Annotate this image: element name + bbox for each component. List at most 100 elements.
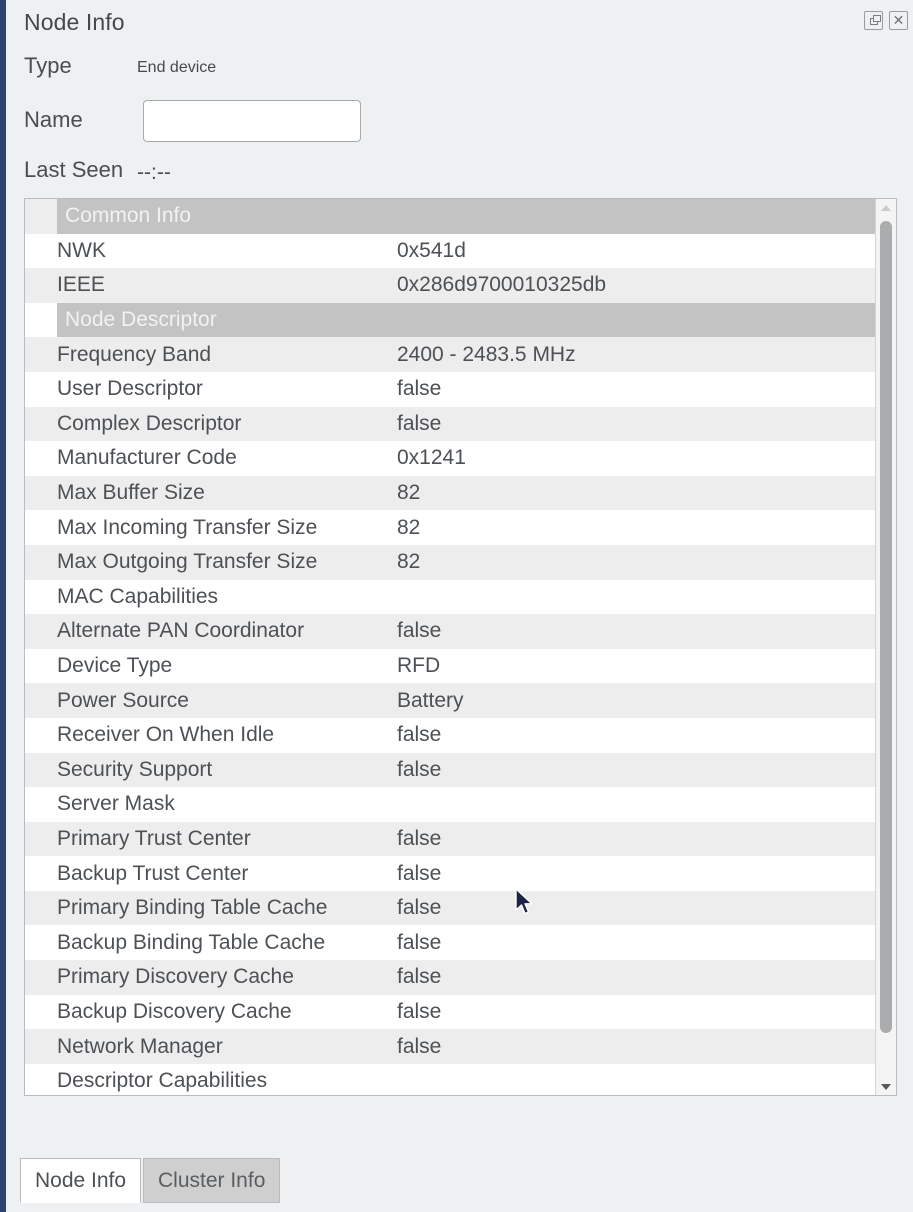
- row-value: 2400 - 2483.5 MHz: [397, 342, 576, 366]
- table-row[interactable]: Max Incoming Transfer Size 82: [25, 510, 875, 545]
- row-key: Backup Binding Table Cache: [57, 930, 326, 954]
- tab-cluster-info[interactable]: Cluster Info: [143, 1158, 281, 1203]
- row-indent: [25, 1029, 49, 1064]
- table-row[interactable]: Node Descriptor: [25, 302, 875, 338]
- scroll-down-arrow-button[interactable]: [876, 1078, 896, 1095]
- row-band: Alternate PAN Coordinator false: [49, 614, 875, 649]
- table-row[interactable]: Common Info: [25, 199, 875, 234]
- dock-header: Node Info ✕: [6, 0, 913, 44]
- row-band: Frequency Band 2400 - 2483.5 MHz: [49, 337, 875, 372]
- table-row[interactable]: Security Support false: [25, 752, 875, 788]
- table-row[interactable]: Primary Binding Table Cache false: [25, 890, 875, 926]
- table-row[interactable]: Primary Trust Center false: [25, 821, 875, 857]
- row-indent: [25, 233, 49, 269]
- row-indent: [25, 752, 49, 788]
- row-indent: [25, 614, 49, 649]
- table-row[interactable]: User Descriptor false: [25, 371, 875, 407]
- last-seen-label: Last Seen: [24, 157, 124, 182]
- table-row[interactable]: Max Outgoing Transfer Size 82: [25, 544, 875, 580]
- row-value: false: [397, 965, 442, 989]
- name-input[interactable]: [143, 100, 361, 142]
- table-row[interactable]: Manufacturer Code 0x1241: [25, 441, 875, 476]
- row-band: Device Type RFD: [49, 649, 875, 684]
- node-info-panel: Node Info ✕ Type End device Name Last Se…: [0, 0, 913, 1212]
- scroll-up-arrow-button[interactable]: [876, 199, 896, 216]
- table-row[interactable]: Server Mask: [25, 787, 875, 822]
- row-indent: [25, 302, 57, 338]
- row-band: Descriptor Capabilities: [49, 1064, 875, 1095]
- bottom-tab-bar: Node Info Cluster Info: [6, 1154, 913, 1212]
- table-row[interactable]: Descriptor Capabilities: [25, 1063, 875, 1095]
- table-row[interactable]: Frequency Band 2400 - 2483.5 MHz: [25, 337, 875, 372]
- row-indent: [25, 510, 49, 545]
- row-value: false: [397, 757, 442, 781]
- row-key: Max Incoming Transfer Size: [57, 515, 318, 539]
- row-band: Node Descriptor: [57, 302, 875, 338]
- type-value: End device: [137, 59, 217, 76]
- row-key: User Descriptor: [57, 377, 203, 401]
- row-key: Max Buffer Size: [57, 481, 205, 505]
- table-row[interactable]: Device Type RFD: [25, 648, 875, 684]
- table-row[interactable]: Receiver On When Idle false: [25, 717, 875, 753]
- scrollbar-thumb[interactable]: [880, 221, 892, 1033]
- row-key: Backup Discovery Cache: [57, 999, 292, 1023]
- row-key: Backup Trust Center: [57, 861, 249, 885]
- row-band: Primary Discovery Cache false: [49, 960, 875, 995]
- table-row[interactable]: Backup Discovery Cache false: [25, 994, 875, 1030]
- row-key: Node Descriptor: [65, 308, 217, 332]
- row-key: Frequency Band: [57, 342, 212, 366]
- table-row[interactable]: Power Source Battery: [25, 683, 875, 718]
- row-key: Primary Binding Table Cache: [57, 896, 328, 920]
- page-title: Node Info: [24, 9, 125, 35]
- table-row[interactable]: IEEE 0x286d9700010325db: [25, 268, 875, 303]
- row-value: 0x286d9700010325db: [397, 273, 607, 297]
- row-value: false: [397, 723, 442, 747]
- close-icon: ✕: [892, 12, 905, 28]
- row-indent: [25, 994, 49, 1030]
- row-indent: [25, 856, 49, 891]
- tab-cluster-info-label: Cluster Info: [158, 1168, 266, 1192]
- table-row[interactable]: MAC Capabilities: [25, 579, 875, 615]
- row-value: false: [397, 411, 442, 435]
- row-band: Max Incoming Transfer Size 82: [49, 510, 875, 545]
- row-band: Max Buffer Size 82: [49, 476, 875, 511]
- float-button[interactable]: [864, 11, 883, 30]
- row-value: 0x1241: [397, 446, 466, 470]
- table-row[interactable]: Backup Trust Center false: [25, 856, 875, 891]
- row-value: false: [397, 896, 442, 920]
- row-indent: [25, 441, 49, 476]
- row-indent: [25, 717, 49, 753]
- row-indent: [25, 544, 49, 580]
- close-button[interactable]: ✕: [889, 11, 908, 30]
- row-band: User Descriptor false: [49, 372, 875, 407]
- row-value: 82: [397, 550, 421, 574]
- table-row[interactable]: Network Manager false: [25, 1029, 875, 1064]
- table-row[interactable]: Primary Discovery Cache false: [25, 960, 875, 995]
- last-seen-value: --:--: [137, 161, 171, 184]
- tab-node-info[interactable]: Node Info: [20, 1158, 142, 1203]
- row-indent: [25, 1063, 49, 1095]
- table-row[interactable]: Complex Descriptor false: [25, 406, 875, 442]
- row-band: Manufacturer Code 0x1241: [49, 441, 875, 476]
- table-row[interactable]: Backup Binding Table Cache false: [25, 925, 875, 961]
- row-key: Complex Descriptor: [57, 411, 242, 435]
- row-indent: [25, 683, 49, 718]
- row-value: false: [397, 999, 442, 1023]
- table-row[interactable]: NWK 0x541d: [25, 233, 875, 269]
- row-band: Backup Discovery Cache false: [49, 995, 875, 1030]
- row-band: Primary Binding Table Cache false: [49, 891, 875, 926]
- row-band: Backup Trust Center false: [49, 856, 875, 891]
- row-indent: [25, 890, 49, 926]
- row-key: Security Support: [57, 757, 213, 781]
- type-label: Type: [24, 53, 72, 78]
- row-band: Max Outgoing Transfer Size 82: [49, 545, 875, 580]
- tree-vertical-scrollbar[interactable]: [875, 199, 896, 1095]
- row-key: Power Source: [57, 688, 189, 712]
- row-value: false: [397, 1034, 442, 1058]
- table-row[interactable]: Alternate PAN Coordinator false: [25, 614, 875, 649]
- table-row[interactable]: Max Buffer Size 82: [25, 475, 875, 511]
- row-value: false: [397, 619, 442, 643]
- row-value: 0x541d: [397, 238, 466, 262]
- node-info-tree[interactable]: Common Info NWK 0x541d IEEE 0x286d9700010325…: [24, 198, 897, 1096]
- row-indent: [25, 648, 49, 684]
